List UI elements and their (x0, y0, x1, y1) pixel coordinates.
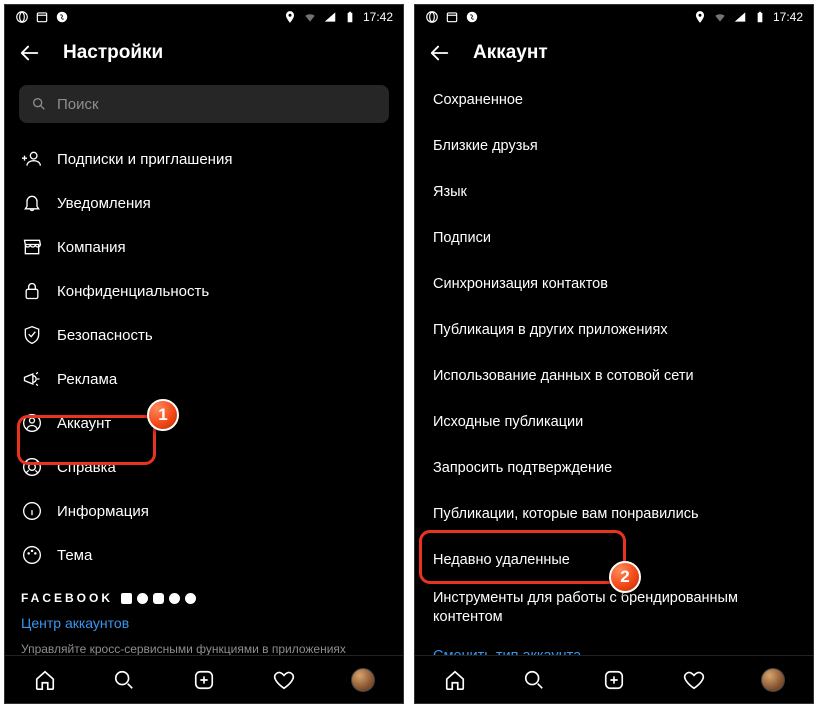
opera-icon (15, 10, 29, 24)
account-item-2[interactable]: Язык (415, 169, 813, 215)
search-icon (31, 96, 47, 112)
shield-icon (21, 324, 43, 346)
search-input[interactable]: Поиск (19, 85, 389, 123)
megaphone-icon (21, 368, 43, 390)
calendar-icon (445, 10, 459, 24)
user-icon (21, 412, 43, 434)
nav-search-icon[interactable] (112, 668, 136, 692)
nav-heart-icon[interactable] (682, 668, 706, 692)
opera-icon (425, 10, 439, 24)
signal-icon (733, 10, 747, 24)
menuitem-label: Информация (57, 503, 149, 520)
status-bar: 17:42 (415, 5, 813, 29)
person-add-icon (21, 148, 43, 170)
phone-left: 17:42 Настройки Поиск Подписки и приглаш… (4, 4, 404, 704)
settings-item-shield[interactable]: Безопасность (15, 313, 393, 357)
menuitem-label: Тема (57, 547, 92, 564)
bottom-nav (5, 655, 403, 703)
account-item-5[interactable]: Публикация в других приложениях (415, 307, 813, 353)
settings-item-lifebuoy[interactable]: Справка (15, 445, 393, 489)
menuitem-label: Аккаунт (57, 415, 111, 432)
lock-icon (21, 280, 43, 302)
location-icon (283, 10, 297, 24)
settings-item-palette[interactable]: Тема (15, 533, 393, 577)
settings-content: Поиск Подписки и приглашения Уведомления К… (5, 77, 403, 655)
settings-item-lock[interactable]: Конфиденциальность (15, 269, 393, 313)
bell-icon (21, 192, 43, 214)
settings-item-storefront[interactable]: Компания (15, 225, 393, 269)
settings-item-bell[interactable]: Уведомления (15, 181, 393, 225)
nav-home-icon[interactable] (33, 668, 57, 692)
status-time: 17:42 (363, 10, 393, 24)
palette-icon (21, 544, 43, 566)
nav-home-icon[interactable] (443, 668, 467, 692)
status-time: 17:42 (773, 10, 803, 24)
brand-icons (121, 593, 196, 604)
nav-profile-avatar[interactable] (351, 668, 375, 692)
header: Аккаунт (415, 29, 813, 77)
shazam-icon (465, 10, 479, 24)
settings-item-megaphone[interactable]: Реклама (15, 357, 393, 401)
calendar-icon (35, 10, 49, 24)
account-item-6[interactable]: Использование данных в сотовой сети (415, 353, 813, 399)
signal-icon (323, 10, 337, 24)
shazam-icon (55, 10, 69, 24)
location-icon (693, 10, 707, 24)
storefront-icon (21, 236, 43, 258)
status-bar: 17:42 (5, 5, 403, 29)
menuitem-label: Реклама (57, 371, 117, 388)
account-item-1[interactable]: Близкие друзья (415, 123, 813, 169)
page-title: Настройки (63, 42, 163, 64)
accounts-center-desc: Управляйте кросс-сервисными функциями в … (5, 635, 403, 655)
menuitem-label: Компания (57, 239, 126, 256)
search-placeholder: Поиск (57, 96, 99, 113)
settings-item-user[interactable]: Аккаунт (15, 401, 393, 445)
battery-icon (343, 10, 357, 24)
menuitem-label: Конфиденциальность (57, 283, 209, 300)
nav-profile-avatar[interactable] (761, 668, 785, 692)
wifi-icon (713, 10, 727, 24)
back-icon[interactable] (429, 42, 451, 64)
nav-add-icon[interactable] (192, 668, 216, 692)
account-item-11[interactable]: Инструменты для работы с брендированным … (415, 583, 813, 633)
settings-item-person-add[interactable]: Подписки и приглашения (15, 137, 393, 181)
bottom-nav (415, 655, 813, 703)
account-item-8[interactable]: Запросить подтверждение (415, 445, 813, 491)
account-item-12[interactable]: Сменить тип аккаунта (415, 633, 813, 655)
account-item-3[interactable]: Подписи (415, 215, 813, 261)
info-icon (21, 500, 43, 522)
menuitem-label: Уведомления (57, 195, 151, 212)
lifebuoy-icon (21, 456, 43, 478)
battery-icon (753, 10, 767, 24)
nav-add-icon[interactable] (602, 668, 626, 692)
nav-search-icon[interactable] (522, 668, 546, 692)
page-title: Аккаунт (473, 42, 548, 64)
facebook-brand: FACEBOOK (5, 577, 403, 611)
account-item-7[interactable]: Исходные публикации (415, 399, 813, 445)
account-item-0[interactable]: Сохраненное (415, 77, 813, 123)
account-item-9[interactable]: Публикации, которые вам понравились (415, 491, 813, 537)
menuitem-label: Подписки и приглашения (57, 151, 232, 168)
accounts-center-link[interactable]: Центр аккаунтов (5, 611, 403, 635)
menuitem-label: Справка (57, 459, 116, 476)
account-item-10[interactable]: Недавно удаленные (415, 537, 813, 583)
phone-right: 17:42 Аккаунт СохраненноеБлизкие друзьяЯ… (414, 4, 814, 704)
settings-item-info[interactable]: Информация (15, 489, 393, 533)
menuitem-label: Безопасность (57, 327, 153, 344)
wifi-icon (303, 10, 317, 24)
nav-heart-icon[interactable] (272, 668, 296, 692)
account-content: СохраненноеБлизкие друзьяЯзыкПодписиСинх… (415, 77, 813, 655)
header: Настройки (5, 29, 403, 77)
back-icon[interactable] (19, 42, 41, 64)
account-item-4[interactable]: Синхронизация контактов (415, 261, 813, 307)
